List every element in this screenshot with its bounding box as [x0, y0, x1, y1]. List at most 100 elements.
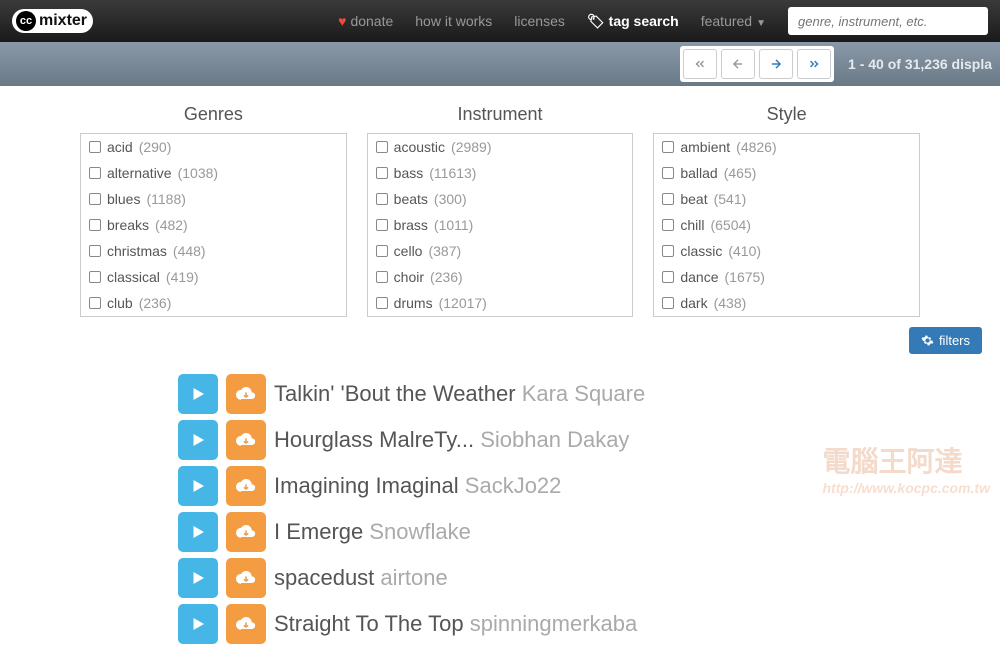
- download-button[interactable]: [226, 512, 266, 552]
- checkbox-icon: [662, 297, 674, 309]
- play-button[interactable]: [178, 558, 218, 598]
- filter-option-label: cello: [394, 243, 423, 259]
- filter-option[interactable]: dance (1675): [654, 264, 919, 290]
- download-button[interactable]: [226, 604, 266, 644]
- nav-licenses[interactable]: licenses: [514, 13, 565, 29]
- play-button[interactable]: [178, 604, 218, 644]
- filter-option[interactable]: ambient (4826): [654, 134, 919, 160]
- filter-list-genres[interactable]: acid (290)alternative (1038)blues (1188)…: [80, 133, 347, 317]
- logo-text: mixter: [39, 12, 87, 30]
- filter-option[interactable]: ballad (465): [654, 160, 919, 186]
- pager-next-button[interactable]: [759, 49, 793, 79]
- logo[interactable]: ccmixter: [12, 9, 93, 33]
- search-box[interactable]: [788, 7, 988, 35]
- filter-option-count: (1038): [178, 165, 218, 181]
- track-text[interactable]: Talkin' 'Bout the Weather Kara Square: [274, 381, 645, 407]
- track-title: Hourglass MalreTy...: [274, 427, 480, 452]
- filter-option-count: (1011): [434, 217, 473, 233]
- filter-option[interactable]: downtempo (5780): [654, 316, 919, 317]
- pager-first-button[interactable]: [683, 49, 717, 79]
- track-row: I Emerge Snowflake: [178, 512, 1000, 552]
- filter-option[interactable]: brass (1011): [368, 212, 633, 238]
- filter-option[interactable]: christmas (448): [81, 238, 346, 264]
- track-title: Imagining Imaginal: [274, 473, 465, 498]
- track-text[interactable]: Hourglass MalreTy... Siobhan Dakay: [274, 427, 629, 453]
- filter-option[interactable]: choir (236): [368, 264, 633, 290]
- filter-option[interactable]: acoustic (2989): [368, 134, 633, 160]
- filter-option-label: breaks: [107, 217, 149, 233]
- search-input[interactable]: [798, 14, 978, 29]
- download-button[interactable]: [226, 466, 266, 506]
- play-button[interactable]: [178, 420, 218, 460]
- filter-option[interactable]: blues (1188): [81, 186, 346, 212]
- chevrons-left-icon: [693, 57, 707, 71]
- checkbox-icon: [662, 271, 674, 283]
- checkbox-icon: [376, 141, 388, 153]
- checkbox-icon: [376, 245, 388, 257]
- filters-button[interactable]: filters: [909, 327, 982, 354]
- track-text[interactable]: I Emerge Snowflake: [274, 519, 471, 545]
- tag-icon: 🏷: [587, 13, 605, 29]
- filter-option[interactable]: country (264): [81, 316, 346, 317]
- download-button[interactable]: [226, 374, 266, 414]
- download-button[interactable]: [226, 420, 266, 460]
- result-count: 1 - 40 of 31,236 displa: [848, 56, 992, 72]
- checkbox-icon: [89, 193, 101, 205]
- play-button[interactable]: [178, 466, 218, 506]
- filter-option-count: (419): [166, 269, 199, 285]
- track-text[interactable]: spacedust airtone: [274, 565, 448, 591]
- cloud-download-icon: [236, 430, 256, 450]
- filter-col-instrument: Instrument acoustic (2989)bass (11613)be…: [367, 104, 634, 317]
- nav-featured[interactable]: featured▼: [701, 13, 766, 29]
- filter-option-label: christmas: [107, 243, 167, 259]
- track-title: spacedust: [274, 565, 380, 590]
- filter-option-label: chill: [680, 217, 704, 233]
- cloud-download-icon: [236, 384, 256, 404]
- filter-option[interactable]: acid (290): [81, 134, 346, 160]
- play-button[interactable]: [178, 512, 218, 552]
- filter-option-label: choir: [394, 269, 424, 285]
- download-button[interactable]: [226, 558, 266, 598]
- nav-donate[interactable]: ♥donate: [338, 13, 393, 29]
- filter-list-style[interactable]: ambient (4826)ballad (465)beat (541)chil…: [653, 133, 920, 317]
- filter-option-label: drums: [394, 295, 433, 311]
- nav-how-it-works[interactable]: how it works: [415, 13, 492, 29]
- checkbox-icon: [662, 245, 674, 257]
- filter-option-label: classic: [680, 243, 722, 259]
- filter-option[interactable]: beats (300): [368, 186, 633, 212]
- filter-list-instrument[interactable]: acoustic (2989)bass (11613)beats (300)br…: [367, 133, 634, 317]
- track-row: spacedust airtone: [178, 558, 1000, 598]
- chevrons-right-icon: [807, 57, 821, 71]
- track-text[interactable]: Imagining Imaginal SackJo22: [274, 473, 561, 499]
- filter-option[interactable]: classical (419): [81, 264, 346, 290]
- filter-option-label: beats: [394, 191, 428, 207]
- checkbox-icon: [662, 141, 674, 153]
- nav-tag-search[interactable]: 🏷tag search: [587, 13, 679, 30]
- pager-prev-button[interactable]: [721, 49, 755, 79]
- play-button[interactable]: [178, 374, 218, 414]
- filter-option-count: (541): [714, 191, 747, 207]
- filter-option[interactable]: bass (11613): [368, 160, 633, 186]
- filter-option[interactable]: cello (387): [368, 238, 633, 264]
- pager-last-button[interactable]: [797, 49, 831, 79]
- filter-option[interactable]: electronic (11540): [368, 316, 633, 317]
- filter-option-label: ambient: [680, 139, 730, 155]
- filter-option[interactable]: club (236): [81, 290, 346, 316]
- filter-col-genres: Genres acid (290)alternative (1038)blues…: [80, 104, 347, 317]
- filter-option[interactable]: chill (6504): [654, 212, 919, 238]
- track-text[interactable]: Straight To The Top spinningmerkaba: [274, 611, 637, 637]
- filter-option[interactable]: breaks (482): [81, 212, 346, 238]
- filter-option[interactable]: dark (438): [654, 290, 919, 316]
- heart-icon: ♥: [338, 13, 346, 29]
- filter-option-label: classical: [107, 269, 160, 285]
- checkbox-icon: [89, 271, 101, 283]
- filter-option-label: ballad: [680, 165, 717, 181]
- chevron-down-icon: ▼: [756, 18, 766, 29]
- filter-option[interactable]: alternative (1038): [81, 160, 346, 186]
- filter-option[interactable]: beat (541): [654, 186, 919, 212]
- track-artist: SackJo22: [465, 473, 562, 498]
- checkbox-icon: [89, 219, 101, 231]
- filter-option[interactable]: drums (12017): [368, 290, 633, 316]
- track-artist: Kara Square: [522, 381, 646, 406]
- filter-option[interactable]: classic (410): [654, 238, 919, 264]
